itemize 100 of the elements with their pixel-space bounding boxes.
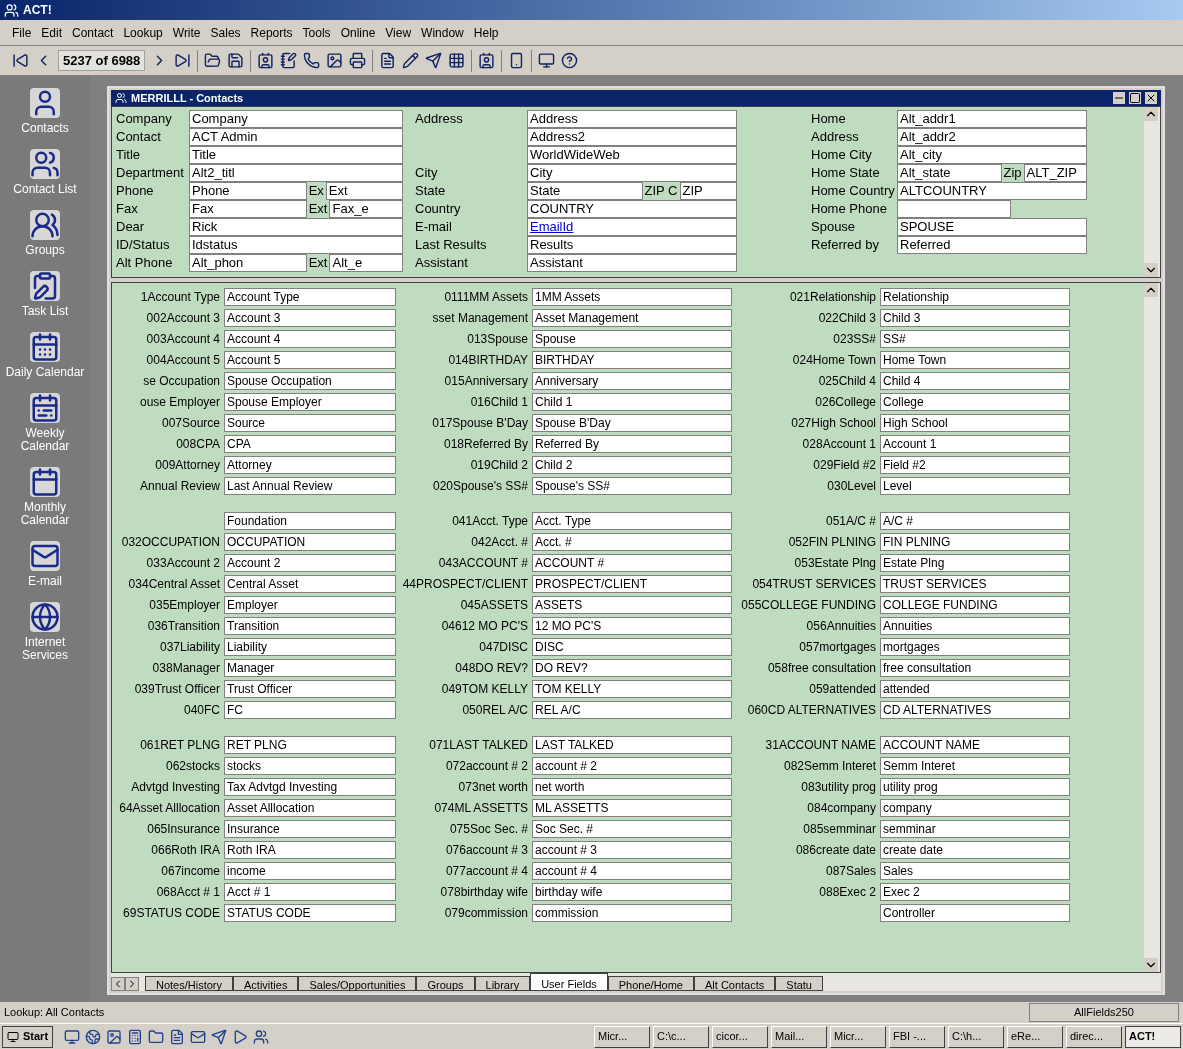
- browser-icon[interactable]: [85, 1028, 102, 1045]
- scroll-down-icon[interactable]: [1144, 263, 1158, 277]
- text-field[interactable]: Company: [189, 110, 403, 128]
- sidebar-item[interactable]: Task List: [5, 271, 85, 318]
- folder-icon[interactable]: [148, 1028, 165, 1045]
- taskbar-button[interactable]: Mail...: [771, 1025, 827, 1048]
- text-field[interactable]: OCCUPATION: [224, 532, 396, 551]
- text-field[interactable]: Manager: [224, 658, 396, 677]
- text-field[interactable]: account # 4: [532, 861, 732, 880]
- text-field[interactable]: Spouse Employer: [224, 392, 396, 411]
- text-field[interactable]: free consultation: [880, 658, 1070, 677]
- text-field[interactable]: Address2: [527, 128, 737, 146]
- menu-item[interactable]: File: [12, 23, 32, 42]
- text-field[interactable]: Semm Interet: [880, 756, 1070, 775]
- text-field[interactable]: DISC: [532, 637, 732, 656]
- text-field[interactable]: High School: [880, 413, 1070, 432]
- text-field[interactable]: Tax Advtgd Investing: [224, 777, 396, 796]
- text-field[interactable]: ACT Admin: [189, 128, 403, 146]
- text-field[interactable]: ACCOUNT #: [532, 553, 732, 572]
- help-icon[interactable]: [561, 52, 579, 69]
- text-field[interactable]: commission: [532, 903, 732, 922]
- tab-scroll-right-icon[interactable]: [125, 977, 139, 991]
- menu-item[interactable]: Edit: [41, 23, 63, 42]
- text-field[interactable]: Account 3: [224, 308, 396, 327]
- sidebar-item[interactable]: Daily Calendar: [5, 332, 85, 379]
- text-field[interactable]: Rick: [189, 218, 403, 236]
- text-field[interactable]: mortgages: [880, 637, 1070, 656]
- sidebar-item[interactable]: Groups: [5, 210, 85, 257]
- taskbar-button[interactable]: C:\c...: [653, 1025, 709, 1048]
- taskbar-button[interactable]: Micr...: [830, 1025, 886, 1048]
- tab[interactable]: Statu: [775, 976, 823, 991]
- tab[interactable]: Groups: [416, 976, 475, 991]
- text-field[interactable]: COUNTRY: [527, 200, 737, 218]
- text-field[interactable]: Ext: [325, 182, 403, 200]
- grid-icon[interactable]: [448, 52, 466, 69]
- text-field[interactable]: Estate Plng: [880, 553, 1070, 572]
- text-field[interactable]: DO REV?: [532, 658, 732, 677]
- pencil-icon[interactable]: [402, 52, 420, 69]
- text-field[interactable]: Address: [527, 110, 737, 128]
- text-field[interactable]: BIRTHDAY: [532, 350, 732, 369]
- text-field[interactable]: Alt2_titl: [189, 164, 403, 182]
- text-field[interactable]: Level: [880, 476, 1070, 495]
- text-field[interactable]: account # 2: [532, 756, 732, 775]
- desktop-icon[interactable]: [64, 1028, 81, 1045]
- taskbar-button[interactable]: Micr...: [594, 1025, 650, 1048]
- menu-item[interactable]: Tools: [302, 23, 331, 42]
- text-field[interactable]: Fax: [189, 200, 307, 218]
- taskbar-button[interactable]: FBI -...: [889, 1025, 945, 1048]
- text-field[interactable]: COLLEGE FUNDING: [880, 595, 1070, 614]
- text-field[interactable]: PROSPECT/CLIENT: [532, 574, 732, 593]
- picture-icon[interactable]: [326, 52, 344, 69]
- text-field[interactable]: ZIP: [679, 182, 737, 200]
- text-field[interactable]: Employer: [224, 595, 396, 614]
- close-icon[interactable]: [1145, 92, 1157, 104]
- notepad-icon[interactable]: [280, 52, 298, 69]
- menu-item[interactable]: View: [385, 23, 412, 42]
- tab[interactable]: Phone/Home: [607, 976, 694, 991]
- phone-icon[interactable]: [303, 52, 321, 69]
- text-field[interactable]: utility prog: [880, 777, 1070, 796]
- text-field[interactable]: REL A/C: [532, 700, 732, 719]
- text-field[interactable]: ML ASSETTS: [532, 798, 732, 817]
- text-field[interactable]: attended: [880, 679, 1070, 698]
- text-field[interactable]: Account 1: [880, 434, 1070, 453]
- text-field[interactable]: ALTCOUNTRY: [897, 182, 1087, 200]
- text-field[interactable]: Alt_e: [329, 254, 403, 272]
- text-field[interactable]: LAST TALKED: [532, 735, 732, 754]
- text-field[interactable]: Title: [189, 146, 403, 164]
- scroll-down-icon[interactable]: [1144, 958, 1158, 972]
- tab[interactable]: Alt Contacts: [694, 976, 776, 991]
- text-field[interactable]: A/C #: [880, 511, 1070, 530]
- mail-icon[interactable]: [190, 1028, 207, 1045]
- text-field[interactable]: College: [880, 392, 1070, 411]
- taskbar-button[interactable]: C:\h...: [948, 1025, 1004, 1048]
- sidebar-item[interactable]: Monthly Calendar: [5, 467, 85, 527]
- text-field[interactable]: WorldWideWeb: [527, 146, 737, 164]
- text-field[interactable]: account # 3: [532, 840, 732, 859]
- text-field[interactable]: Last Annual Review: [224, 476, 396, 495]
- text-field[interactable]: Alt_addr1: [897, 110, 1087, 128]
- text-field[interactable]: [897, 200, 1011, 218]
- text-field[interactable]: FC: [224, 700, 396, 719]
- menu-item[interactable]: Window: [421, 23, 464, 42]
- text-field[interactable]: RET PLNG: [224, 735, 396, 754]
- text-field[interactable]: Field #2: [880, 455, 1070, 474]
- text-field[interactable]: Child 1: [532, 392, 732, 411]
- text-field[interactable]: Asset Management: [532, 308, 732, 327]
- notes-icon[interactable]: [169, 1028, 186, 1045]
- text-field[interactable]: net worth: [532, 777, 732, 796]
- text-field[interactable]: Alt_state: [897, 164, 1002, 182]
- text-field[interactable]: SS#: [880, 329, 1070, 348]
- text-field[interactable]: Fax_e: [329, 200, 403, 218]
- text-field[interactable]: Insurance: [224, 819, 396, 838]
- send-icon[interactable]: [425, 52, 443, 69]
- menu-item[interactable]: Reports: [250, 23, 293, 42]
- text-field[interactable]: Spouse B'Day: [532, 413, 732, 432]
- text-field[interactable]: stocks: [224, 756, 396, 775]
- text-field[interactable]: Child 4: [880, 371, 1070, 390]
- play-icon[interactable]: [232, 1028, 249, 1045]
- text-field[interactable]: Referred: [897, 236, 1087, 254]
- text-field[interactable]: Alt_phon: [189, 254, 307, 272]
- text-field[interactable]: create date: [880, 840, 1070, 859]
